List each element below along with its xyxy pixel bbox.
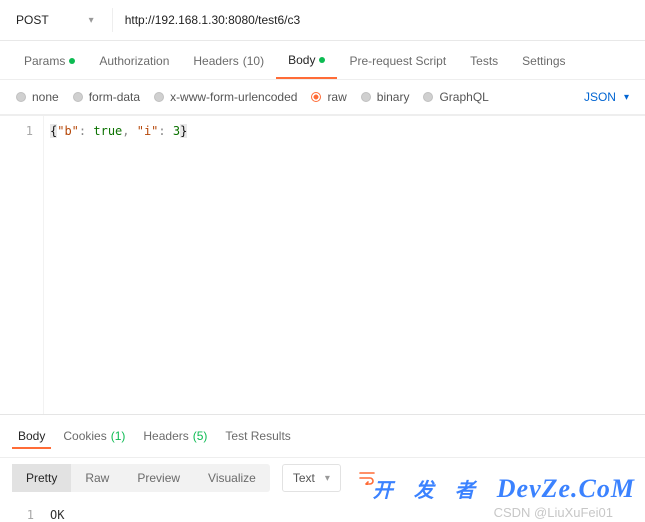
- tab-prerequest[interactable]: Pre-request Script: [337, 41, 458, 79]
- bodytype-xwww[interactable]: x-www-form-urlencoded: [154, 90, 297, 104]
- bodytype-form-data[interactable]: form-data: [73, 90, 140, 104]
- body-type-row: none form-data x-www-form-urlencoded raw…: [0, 80, 645, 115]
- resp-tab-cookies[interactable]: Cookies (1): [57, 425, 131, 449]
- view-visualize-button[interactable]: Visualize: [194, 464, 270, 492]
- view-preview-button[interactable]: Preview: [123, 464, 194, 492]
- view-pretty-button[interactable]: Pretty: [12, 464, 71, 492]
- chevron-down-icon: ▾: [624, 92, 629, 103]
- bodytype-binary[interactable]: binary: [361, 90, 410, 104]
- chevron-down-icon: ▾: [325, 473, 330, 484]
- radio-icon: [154, 92, 164, 102]
- wrap-icon: [359, 471, 375, 485]
- response-body: 1 OK CSDN @LiuXuFei01 开 发 者DevZe.CoM: [0, 498, 645, 522]
- response-text[interactable]: OK: [44, 502, 64, 522]
- resp-tab-headers[interactable]: Headers (5): [137, 425, 213, 449]
- resp-tab-body[interactable]: Body: [12, 425, 51, 449]
- request-row: POST ▾ http://192.168.1.30:8080/test6/c3: [0, 0, 645, 41]
- radio-icon: [73, 92, 83, 102]
- bodytype-none[interactable]: none: [16, 90, 59, 104]
- radio-icon: [423, 92, 433, 102]
- request-tabs: Params Authorization Headers (10) Body P…: [0, 41, 645, 80]
- url-input[interactable]: http://192.168.1.30:8080/test6/c3: [113, 13, 635, 27]
- view-raw-button[interactable]: Raw: [71, 464, 123, 492]
- tab-params[interactable]: Params: [12, 41, 87, 79]
- tab-tests[interactable]: Tests: [458, 41, 510, 79]
- response-toolbar: Pretty Raw Preview Visualize Text ▾: [0, 458, 645, 498]
- tab-headers[interactable]: Headers (10): [181, 41, 276, 79]
- response-format-select[interactable]: Text ▾: [282, 464, 341, 492]
- tab-authorization[interactable]: Authorization: [87, 41, 181, 79]
- response-tabs: Body Cookies (1) Headers (5) Test Result…: [0, 415, 645, 458]
- body-format-select[interactable]: JSON ▾: [584, 90, 629, 104]
- response-gutter: 1: [0, 502, 44, 522]
- editor-gutter: 1: [0, 116, 44, 414]
- tab-body[interactable]: Body: [276, 41, 337, 79]
- tab-settings[interactable]: Settings: [510, 41, 577, 79]
- csdn-watermark: CSDN @LiuXuFei01: [494, 505, 613, 520]
- resp-tab-testresults[interactable]: Test Results: [219, 425, 296, 449]
- radio-selected-icon: [311, 92, 321, 102]
- http-method-value: POST: [16, 13, 49, 27]
- radio-icon: [361, 92, 371, 102]
- bodytype-graphql[interactable]: GraphQL: [423, 90, 488, 104]
- http-method-select[interactable]: POST ▾: [16, 8, 113, 32]
- status-dot-icon: [319, 57, 325, 63]
- editor-code[interactable]: {"b": true, "i": 3}: [44, 116, 195, 414]
- radio-icon: [16, 92, 26, 102]
- view-mode-segment: Pretty Raw Preview Visualize: [12, 464, 270, 492]
- chevron-down-icon: ▾: [89, 15, 94, 26]
- status-dot-icon: [69, 58, 75, 64]
- wrap-lines-button[interactable]: [353, 464, 381, 492]
- request-body-editor[interactable]: 1 {"b": true, "i": 3}: [0, 115, 645, 415]
- bodytype-raw[interactable]: raw: [311, 90, 346, 104]
